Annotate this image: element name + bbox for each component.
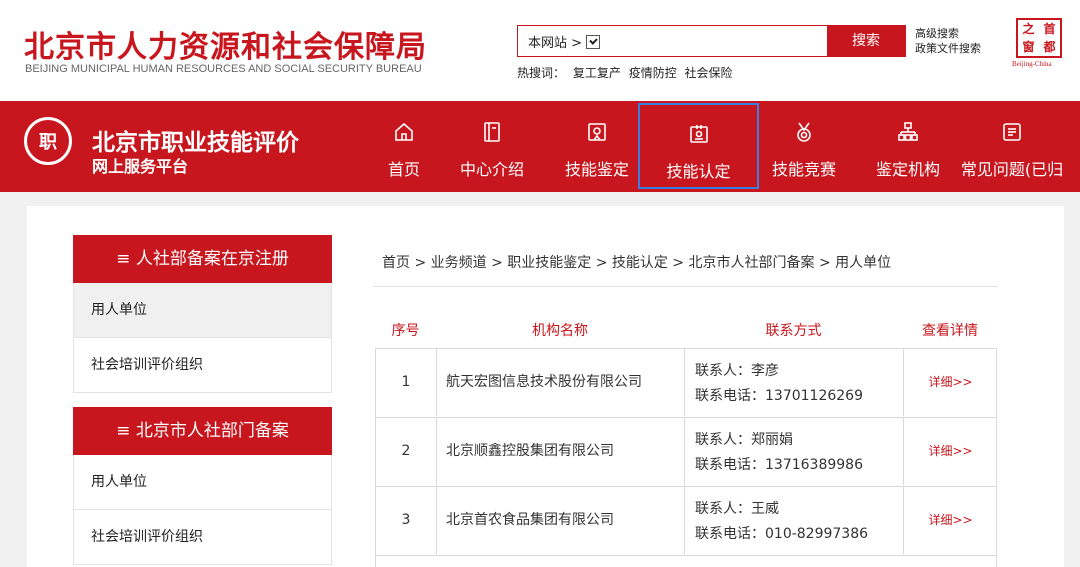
main-navbar: 职 北京市职业技能评价 网上服务平台 首页 中心介绍 技能鉴定 技能认定 技能竞… — [0, 101, 1080, 192]
portal-logo-icon[interactable]: 职 — [24, 117, 72, 165]
contact-person: 联系人：李彦 — [695, 363, 779, 379]
portal-subtitle: 网上服务平台 — [92, 157, 189, 176]
row-number: 1 — [376, 349, 437, 416]
org-name: 航天宏图信息技术股份有限公司 — [437, 349, 685, 416]
nav-item-label: 常见问题(已归 — [960, 160, 1064, 179]
column-header-name: 机构名称 — [532, 323, 588, 339]
sidebar-item-training-org[interactable]: 社会培训评价组织 — [73, 338, 332, 393]
detail-link[interactable]: 详细>> — [904, 418, 997, 485]
emblem-char: 之 — [1022, 22, 1035, 36]
sidebar-item-employer[interactable]: 用人单位 — [73, 455, 332, 510]
sidebar-group-title[interactable]: ≡ 北京市人社部门备案 — [73, 407, 332, 455]
site-header: 北京市人力资源和社会保障局 BEIJING MUNICIPAL HUMAN RE… — [0, 0, 1080, 101]
detail-link[interactable]: 详细>> — [904, 487, 997, 554]
table-row: 2 北京顺鑫控股集团有限公司 联系人：郑丽娟 联系电话：13716389986 … — [375, 417, 997, 486]
medal-icon — [797, 122, 811, 142]
search-links: 高级搜索 政策文件搜索 — [915, 26, 981, 56]
org-name: 北京首农食品集团有限公司 — [437, 487, 685, 554]
nav-item-skill-appraisal[interactable]: 技能鉴定 — [560, 101, 634, 192]
hot-search-terms: 热搜词： 复工复产 疫情防控 社会保险 — [517, 64, 737, 81]
nav-item-faq[interactable]: 常见问题(已归 — [958, 101, 1066, 192]
portal-title[interactable]: 北京市职业技能评价 — [92, 123, 299, 157]
row-number: 3 — [376, 487, 437, 554]
column-header-detail: 查看详情 — [922, 323, 978, 339]
hot-search-label: 热搜词： — [517, 66, 566, 80]
emblem-caption: Beijing-China — [1012, 60, 1052, 68]
capital-window-emblem: 之 首 窗 都 — [1016, 18, 1062, 58]
hot-term[interactable]: 复工复产 — [573, 66, 621, 80]
nav-item-label: 技能鉴定 — [564, 160, 629, 179]
search-scope-label: 本网站 > — [528, 36, 583, 51]
nav-item-skill-certification[interactable]: 技能认定 — [638, 103, 759, 189]
content-card: ≡ 人社部备案在京注册 用人单位 社会培训评价组织 ≡ 北京市人社部门备案 用人… — [27, 206, 1064, 567]
hot-term[interactable]: 社会保险 — [685, 66, 733, 80]
contact-person: 联系人：郑丽娟 — [695, 432, 793, 448]
contact-person: 联系人：王威 — [695, 501, 779, 517]
contact-info: 联系人：李彦 联系电话：13701126269 — [685, 349, 904, 416]
contact-info: 联系人：郑丽娟 联系电话：13716389986 — [685, 418, 904, 485]
table-row — [375, 555, 997, 567]
nav-item-label: 首页 — [387, 160, 420, 179]
table-row: 3 北京首农食品集团有限公司 联系人：王威 联系电话：010-82997386 … — [375, 486, 997, 555]
emblem-char: 都 — [1043, 40, 1056, 54]
faq-icon — [1003, 123, 1021, 141]
sidebar-item-employer[interactable]: 用人单位 — [73, 283, 332, 338]
hot-term[interactable]: 疫情防控 — [629, 66, 677, 80]
nav-item-label: 中心介绍 — [459, 160, 524, 179]
column-header-contact: 联系方式 — [765, 323, 822, 339]
org-chart-icon — [898, 122, 918, 141]
certificate-icon — [588, 123, 606, 141]
id-card-icon — [689, 125, 708, 143]
org-title[interactable]: 北京市人力资源和社会保障局 — [24, 22, 427, 66]
policy-search-link[interactable]: 政策文件搜索 — [915, 41, 981, 56]
table-row: 1 航天宏图信息技术股份有限公司 联系人：李彦 联系电话：13701126269… — [375, 348, 997, 417]
contact-phone: 联系电话：13716389986 — [695, 457, 863, 473]
nav-item-label: 鉴定机构 — [875, 160, 940, 179]
advanced-search-link[interactable]: 高级搜索 — [915, 26, 981, 41]
nav-item-label: 技能竞赛 — [771, 160, 836, 179]
sidebar-item-training-org[interactable]: 社会培训评价组织 — [73, 510, 332, 565]
column-header-no: 序号 — [391, 323, 420, 339]
nav-item-home[interactable]: 首页 — [374, 101, 434, 192]
chevron-down-icon — [586, 34, 601, 49]
nav-item-skill-competition[interactable]: 技能竞赛 — [767, 101, 841, 192]
nav-item-label: 技能认定 — [666, 162, 731, 181]
row-number: 2 — [376, 418, 437, 485]
sidebar-group-title[interactable]: ≡ 人社部备案在京注册 — [73, 235, 332, 283]
divider — [373, 286, 998, 287]
book-icon — [484, 122, 500, 142]
emblem-char: 首 — [1043, 22, 1056, 36]
nav-item-center-intro[interactable]: 中心介绍 — [455, 101, 529, 192]
search-scope-select[interactable]: 本网站 > — [528, 32, 601, 51]
contact-info: 联系人：王威 联系电话：010-82997386 — [685, 487, 904, 554]
breadcrumb[interactable]: 首页 > 业务频道 > 职业技能鉴定 > 技能认定 > 北京市人社部门备案 > … — [382, 252, 891, 272]
home-icon — [395, 122, 413, 141]
contact-phone: 联系电话：010-82997386 — [695, 526, 869, 542]
detail-link[interactable]: 详细>> — [904, 349, 997, 416]
nav-item-appraisal-orgs[interactable]: 鉴定机构 — [871, 101, 945, 192]
org-subtitle: BEIJING MUNICIPAL HUMAN RESOURCES AND SO… — [25, 63, 422, 75]
org-name: 北京顺鑫控股集团有限公司 — [437, 418, 685, 485]
search-bar: 本网站 > 搜索 — [517, 25, 906, 57]
emblem-char: 窗 — [1022, 40, 1035, 54]
search-button[interactable]: 搜索 — [827, 26, 905, 56]
contact-phone: 联系电话：13701126269 — [695, 388, 863, 404]
